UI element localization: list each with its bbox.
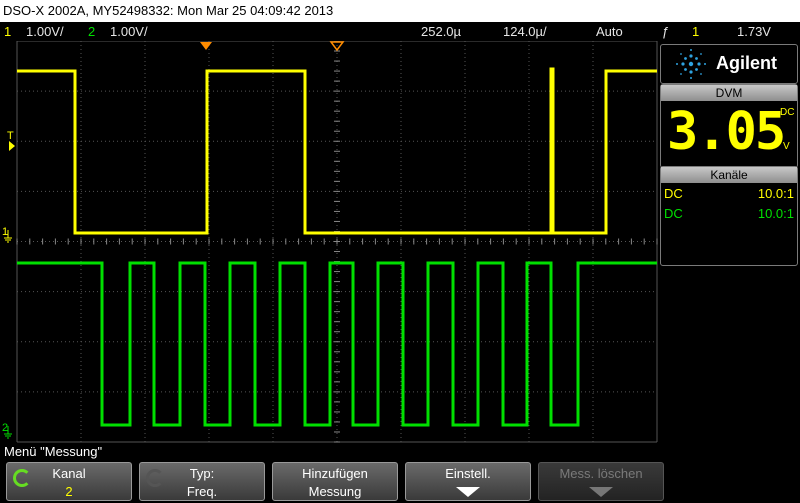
- trigger-source[interactable]: 1: [692, 22, 699, 41]
- softkey-type-label: Typ:: [189, 466, 215, 481]
- title-text: DSO-X 2002A, MY52498332: Mon Mar 25 04:0…: [3, 3, 334, 18]
- status-bar: 1 1.00V/ 2 1.00V/ 252.0µ 124.0µ/ Auto ƒ …: [0, 22, 800, 41]
- ch1-scale[interactable]: 1.00V/: [26, 22, 64, 41]
- softkey-settings-label: Einstell.: [445, 466, 491, 481]
- trigger-level-arrow-icon: [9, 141, 15, 151]
- dvm-unit: V: [783, 141, 790, 152]
- channels-header: Kanäle: [661, 167, 797, 183]
- channel-2-info: DC 10.0:1: [664, 205, 794, 223]
- channel-2-waveform: [17, 261, 657, 427]
- softkey-add-value: Messung: [308, 484, 362, 499]
- softkey-clear-label: Mess. löschen: [559, 466, 643, 481]
- softkey-channel-value: 2: [65, 484, 73, 499]
- ch1-coupling: DC: [664, 186, 683, 201]
- trigger-mode[interactable]: Auto: [596, 22, 623, 41]
- arrow-down-icon: [456, 487, 480, 497]
- side-panel: Agilent DVM 3.05 DC V Kanäle DC 10.0:1 D…: [660, 44, 798, 266]
- ch1-number[interactable]: 1: [4, 22, 11, 41]
- softkey-type[interactable]: Typ: Freq.: [139, 462, 265, 501]
- logo-text: Agilent: [716, 53, 777, 73]
- ch2-probe-ratio: 10.0:1: [757, 206, 794, 221]
- ch2-number[interactable]: 2: [88, 22, 95, 41]
- channel-1-info: DC 10.0:1: [664, 185, 794, 203]
- agilent-spark-icon: [676, 49, 706, 79]
- dvm-panel[interactable]: DVM 3.05 DC V: [660, 84, 798, 168]
- arrow-down-icon: [589, 487, 613, 497]
- dvm-header: DVM: [661, 85, 797, 101]
- trigger-level[interactable]: 1.73V: [737, 22, 771, 41]
- timebase-position[interactable]: 252.0µ: [421, 22, 461, 41]
- title-bar: DSO-X 2002A, MY52498332: Mon Mar 25 04:0…: [0, 0, 800, 22]
- softkey-type-value: Freq.: [186, 484, 218, 499]
- softkey-settings[interactable]: Einstell.: [405, 462, 531, 501]
- trigger-level-marker[interactable]: T: [7, 130, 14, 142]
- softkey-channel-label: Kanal: [52, 466, 86, 481]
- trigger-position-marker-icon[interactable]: [200, 42, 212, 50]
- channels-panel[interactable]: Kanäle DC 10.0:1 DC 10.0:1: [660, 166, 798, 266]
- dvm-mode: DC: [780, 107, 795, 118]
- softkey-add-label: Hinzufügen: [302, 466, 368, 481]
- softkey-clear-measurements[interactable]: Mess. löschen: [538, 462, 664, 501]
- brand-logo: Agilent: [660, 44, 798, 84]
- menu-title: Menü "Messung": [4, 444, 103, 459]
- ch1-probe-ratio: 10.0:1: [757, 186, 794, 201]
- waveform-display[interactable]: T 1 2: [0, 41, 660, 443]
- ch2-ground-marker[interactable]: 2: [2, 422, 8, 434]
- softkey-add-measurement[interactable]: Hinzufügen Messung: [272, 462, 398, 501]
- timebase-scale[interactable]: 124.0µ/: [503, 22, 547, 41]
- ch2-scale[interactable]: 1.00V/: [110, 22, 148, 41]
- dvm-reading: 3.05: [667, 102, 786, 162]
- ch1-ground-marker[interactable]: 1: [2, 226, 8, 238]
- ch2-coupling: DC: [664, 206, 683, 221]
- trigger-slope-icon: ƒ: [662, 24, 670, 39]
- softkey-channel[interactable]: Kanal 2: [6, 462, 132, 501]
